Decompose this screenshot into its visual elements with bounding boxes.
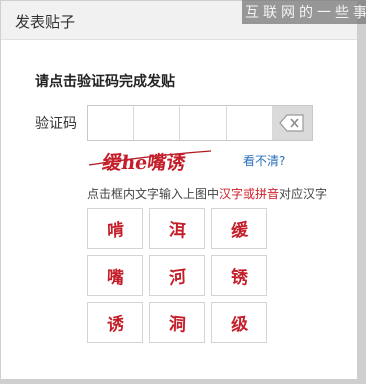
captcha-choice[interactable]: 啃 <box>87 208 143 249</box>
backspace-button[interactable] <box>272 106 312 140</box>
captcha-choice[interactable]: 诱 <box>87 302 143 343</box>
captcha-hint: 点击框内文字输入上图中汉字或拼音对应汉字 <box>87 185 327 202</box>
captcha-heading: 请点击验证码完成发贴 <box>35 74 175 90</box>
captcha-choice[interactable]: 河 <box>149 255 205 296</box>
hint-suffix: 对应汉字 <box>279 187 328 201</box>
captcha-slot-1[interactable] <box>88 106 135 140</box>
captcha-choice[interactable]: 级 <box>211 302 267 343</box>
captcha-choice-grid: 啃 洱 缓 嘴 河 锈 诱 洞 级 <box>87 208 267 343</box>
captcha-choice[interactable]: 嘴 <box>87 255 143 296</box>
captcha-image: 缓he嘴诱 <box>88 150 212 174</box>
captcha-slot-4[interactable] <box>226 106 273 140</box>
captcha-choice[interactable]: 缓 <box>211 208 267 249</box>
captcha-choice[interactable]: 洱 <box>149 208 205 249</box>
captcha-label: 验证码 <box>35 116 77 132</box>
hint-highlight: 汉字或拼音 <box>219 187 280 201</box>
captcha-image-text: 缓he嘴诱 <box>101 151 188 174</box>
post-dialog: 发表贴子 请点击验证码完成发贴 验证码 缓he嘴诱 看不清? 点击框内文字输入上… <box>0 0 358 380</box>
refresh-captcha-link[interactable]: 看不清? <box>243 152 285 169</box>
site-watermark: 互联网的一些事 <box>242 0 366 24</box>
captcha-choice[interactable]: 锈 <box>211 255 267 296</box>
hint-prefix: 点击框内文字输入上图中 <box>87 187 220 201</box>
captcha-slot-2[interactable] <box>134 106 181 140</box>
captcha-choice[interactable]: 洞 <box>149 302 205 343</box>
dialog-title: 发表贴子 <box>15 13 76 31</box>
backspace-icon <box>279 114 304 132</box>
captcha-input[interactable] <box>87 105 313 141</box>
captcha-slot-3[interactable] <box>180 106 227 140</box>
